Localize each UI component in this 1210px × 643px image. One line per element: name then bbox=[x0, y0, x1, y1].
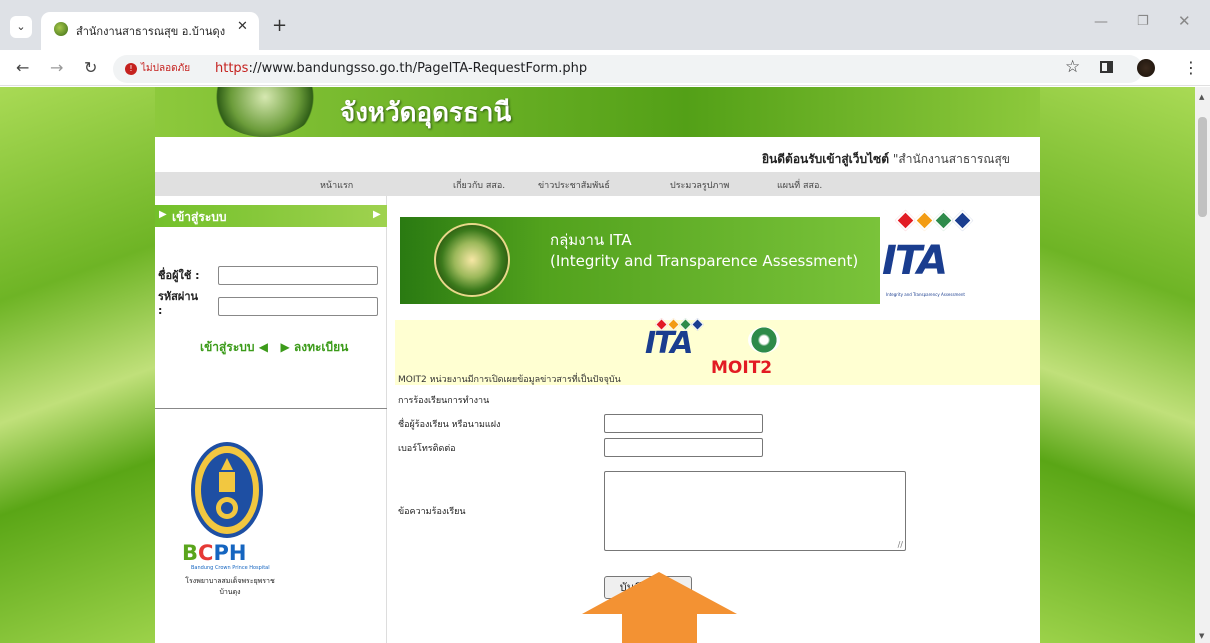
nav-home[interactable]: หน้าแรก bbox=[320, 178, 353, 192]
minimize-icon[interactable]: — bbox=[1094, 14, 1108, 30]
nav-about[interactable]: เกี่ยวกับ สสอ. bbox=[453, 178, 505, 192]
nav-map[interactable]: แผนที่ สสอ. bbox=[777, 178, 822, 192]
hospital-emblem-icon bbox=[191, 442, 263, 538]
url-text[interactable]: https://www.bandungsso.go.th/PageITA-Req… bbox=[215, 61, 587, 76]
tab-bar: ⌄ สำนักงานสาธารณสุข อ.บ้านดุง จ.อุด ✕ + … bbox=[0, 0, 1210, 50]
moph-emblem-icon bbox=[748, 327, 780, 353]
wordmark-c: C bbox=[198, 541, 214, 565]
welcome-name: "สำนักงานสาธารณสุข bbox=[889, 152, 1010, 166]
password-field[interactable] bbox=[218, 297, 378, 316]
ita-banner: กลุ่มงาน ITA (Integrity and Transparence… bbox=[400, 217, 880, 304]
browser-tab[interactable]: สำนักงานสาธารณสุข อ.บ้านดุง จ.อุด ✕ bbox=[41, 12, 259, 50]
scroll-up-icon[interactable]: ▲ bbox=[1199, 93, 1204, 101]
scroll-down-icon[interactable]: ▼ bbox=[1199, 632, 1204, 640]
profile-icon[interactable] bbox=[1137, 59, 1155, 77]
triangle-right-icon: ▶ bbox=[159, 209, 167, 220]
hospital-name: โรงพยาบาลสมเด็จพระยุพราช บ้านดุง bbox=[185, 577, 275, 596]
nav-news[interactable]: ข่าวประชาสัมพันธ์ bbox=[538, 178, 610, 192]
nav-toolbar: ← → ↻ ! ไม่ปลอดภัย https://www.bandungss… bbox=[0, 50, 1210, 86]
username-label: ชื่อผู้ใช้ : bbox=[158, 269, 200, 282]
register-link[interactable]: ลงทะเบียน bbox=[294, 340, 349, 354]
moit-label: MOIT2 bbox=[711, 358, 773, 378]
resize-handle-icon[interactable]: ∕∕ bbox=[898, 540, 903, 549]
tab-title: สำนักงานสาธารณสุข อ.บ้านดุง จ.อุด bbox=[76, 25, 226, 38]
login-heading: เข้าสู่ระบบ bbox=[172, 210, 227, 224]
url-rest: ://www.bandungsso.go.th/PageITA-RequestF… bbox=[248, 61, 588, 76]
url-scheme: https bbox=[215, 61, 249, 76]
page-content: จังหวัดอุดรธานี ยินดีต้อนรับเข้าสู่เว็บไ… bbox=[155, 87, 1040, 643]
security-label: ไม่ปลอดภัย bbox=[141, 63, 191, 74]
phone-input[interactable] bbox=[604, 438, 763, 457]
sidebar-divider bbox=[155, 408, 387, 409]
moph-diamonds-icon bbox=[894, 209, 974, 232]
ita-logo: ITA Integrity and Transparency Assessmen… bbox=[880, 209, 985, 306]
new-tab-button[interactable]: + bbox=[272, 15, 287, 36]
name-label: ชื่อผู้ร้องเรียน หรือนามแฝง bbox=[398, 420, 501, 430]
scroll-thumb[interactable] bbox=[1198, 117, 1207, 217]
warning-icon: ! bbox=[125, 63, 137, 75]
welcome-text: ยินดีต้อนรับเข้าสู่เว็บไซต์ "สำนักงานสาธ… bbox=[762, 150, 1010, 169]
moit-ita-text: ITA bbox=[645, 326, 693, 361]
login-links: เข้าสู่ระบบ ◀ ▶ ลงทะเบียน bbox=[200, 338, 348, 357]
complainant-name-input[interactable] bbox=[604, 414, 763, 433]
username-field[interactable] bbox=[218, 266, 378, 285]
welcome-prefix: ยินดีต้อนรับเข้าสู่เว็บไซต์ bbox=[762, 152, 890, 166]
nav-gallery[interactable]: ประมวลรูปภาพ bbox=[670, 178, 729, 192]
moit-band: ITA MOIT2 MOIT2 หน่วยงานมีการเปิดเผยข้อม… bbox=[395, 318, 1040, 385]
welcome-bar: ยินดีต้อนรับเข้าสู่เว็บไซต์ "สำนักงานสาธ… bbox=[155, 137, 1040, 172]
bookmark-star-icon[interactable]: ☆ bbox=[1065, 57, 1080, 77]
ita-logo-text: ITA bbox=[882, 238, 948, 284]
ita-title: กลุ่มงาน ITA bbox=[550, 231, 632, 249]
close-icon[interactable]: ✕ bbox=[237, 19, 248, 34]
login-heading-bar: ▶ เข้าสู่ระบบ ▶ bbox=[155, 205, 387, 227]
banner-title: จังหวัดอุดรธานี bbox=[340, 98, 512, 128]
phone-label: เบอร์โทรติดต่อ bbox=[398, 444, 456, 454]
form-heading: การร้องเรียนการทำงาน bbox=[398, 396, 490, 406]
password-label: รหัสผ่าน : bbox=[158, 290, 199, 317]
ministry-seal-icon bbox=[434, 223, 510, 297]
triangle-left-icon: ◀ ▶ bbox=[258, 340, 294, 354]
wordmark-b: B bbox=[182, 541, 199, 565]
back-icon[interactable]: ← bbox=[16, 58, 29, 77]
window-close-icon[interactable]: ✕ bbox=[1178, 12, 1191, 30]
ministry-seal-icon bbox=[210, 87, 320, 137]
wordmark-ph: PH bbox=[213, 541, 247, 565]
security-chip[interactable]: ! ไม่ปลอดภัย bbox=[119, 59, 198, 79]
page-viewport: จังหวัดอุดรธานี ยินดีต้อนรับเข้าสู่เว็บไ… bbox=[0, 87, 1195, 643]
tab-search-button[interactable]: ⌄ bbox=[10, 16, 32, 38]
top-nav: หน้าแรก เกี่ยวกับ สสอ. ข่าวประชาสัมพันธ์… bbox=[155, 172, 1040, 196]
reload-icon[interactable]: ↻ bbox=[84, 58, 97, 77]
triangle-right-icon: ▶ bbox=[373, 209, 381, 220]
sidepanel-icon[interactable] bbox=[1100, 61, 1113, 73]
pointer-arrow-icon bbox=[582, 572, 737, 643]
moit-description: MOIT2 หน่วยงานมีการเปิดเผยข้อมูลข่าวสารท… bbox=[398, 375, 621, 385]
sidebar: ▶ เข้าสู่ระบบ ▶ ชื่อผู้ใช้ : รหัสผ่าน : … bbox=[155, 196, 387, 643]
favicon-icon bbox=[54, 22, 68, 36]
bcph-subtitle: Bandung Crown Prince Hospital bbox=[191, 565, 270, 571]
message-label: ข้อความร้องเรียน bbox=[398, 507, 466, 517]
ita-logo-subtitle: Integrity and Transparency Assessment bbox=[886, 292, 965, 297]
address-bar[interactable]: ! ไม่ปลอดภัย https://www.bandungsso.go.t… bbox=[113, 55, 1143, 83]
ita-subtitle: (Integrity and Transparence Assessment) bbox=[550, 252, 859, 270]
bcph-wordmark: BCPH bbox=[182, 541, 246, 565]
menu-icon[interactable]: ⋮ bbox=[1183, 58, 1199, 77]
site-banner: จังหวัดอุดรธานี bbox=[155, 87, 1040, 137]
forward-icon[interactable]: → bbox=[50, 58, 63, 77]
login-link[interactable]: เข้าสู่ระบบ bbox=[200, 340, 255, 354]
maximize-icon[interactable]: ❐ bbox=[1137, 14, 1149, 29]
complaint-textarea[interactable]: ∕∕ bbox=[604, 471, 906, 551]
page-scrollbar[interactable]: ▲ ▼ bbox=[1195, 87, 1210, 643]
